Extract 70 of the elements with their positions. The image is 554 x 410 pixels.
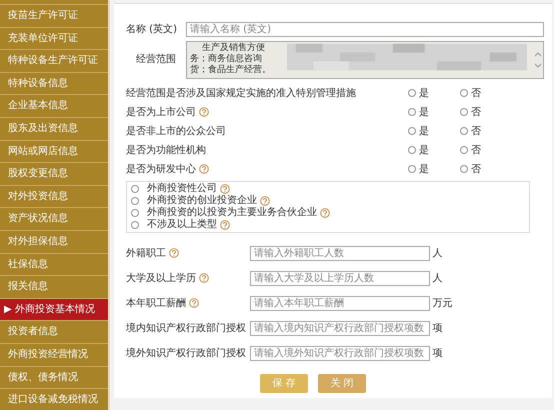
field-label: 大学及以上学历: [126, 272, 196, 286]
question-label: 经营范围是否涉及国家规定实施的准入特别管理措施: [126, 86, 356, 100]
radio-option[interactable]: 不涉及以上类型: [131, 218, 217, 230]
question-label: 是否为上市公司: [126, 106, 196, 120]
sidebar-item[interactable]: 疫苗生产许可证: [0, 4, 108, 27]
number-input[interactable]: 请输入大学及以上学历人数: [250, 270, 430, 286]
sidebar-item[interactable]: 股权变更信息: [0, 162, 108, 185]
radio-option[interactable]: 是: [408, 86, 460, 100]
sidebar-item[interactable]: 债权、债务情况: [0, 366, 108, 388]
help-icon[interactable]: [260, 196, 270, 206]
radio-option[interactable]: 否: [460, 104, 512, 120]
scope-text-line: 货；食品生产经营。: [190, 64, 271, 76]
sidebar-item[interactable]: 社保信息: [0, 252, 108, 276]
field-label: 境外知识产权行政部门授权: [126, 346, 246, 360]
help-icon[interactable]: [220, 184, 230, 194]
number-input[interactable]: 请输入境内知识产权行政部门授权项数: [250, 320, 430, 336]
help-icon[interactable]: [199, 107, 209, 117]
question-label: 是否为研发中心: [126, 162, 196, 176]
number-input[interactable]: 请输入境外知识产权行政部门授权项数: [250, 346, 430, 360]
radio-option[interactable]: 外商投资的创业投资企业: [131, 194, 257, 206]
help-icon[interactable]: [220, 220, 230, 230]
sidebar-item[interactable]: 股东及出资信息: [0, 116, 108, 140]
unit-label: 项: [432, 322, 442, 336]
question-label: 是否非上市的公众公司: [126, 124, 226, 138]
unit-label: 人: [432, 272, 442, 286]
scope-text-line: 务；商务信息咨询: [190, 54, 262, 64]
sidebar-item[interactable]: 网站或网店信息: [0, 140, 108, 162]
radio-option[interactable]: 外商投资的以投资为主要业务合伙企业: [131, 206, 317, 218]
sidebar-item[interactable]: 对外投资信息: [0, 184, 108, 208]
help-icon[interactable]: [199, 273, 209, 283]
close-button[interactable]: 关 闭: [318, 374, 366, 392]
field-label: 经营范围: [135, 52, 177, 67]
help-icon[interactable]: [189, 298, 199, 308]
sidebar-item[interactable]: 进口设备减免税情况: [0, 388, 108, 410]
sidebar-item[interactable]: 外商投资经营情况: [0, 342, 108, 366]
radio-option[interactable]: 是: [408, 104, 460, 120]
field-label: 外籍职工: [126, 246, 166, 260]
field-label: 境内知识产权行政部门授权: [126, 322, 246, 336]
sidebar-item[interactable]: 特种设备信息: [0, 72, 108, 94]
number-input[interactable]: 请输入本年职工薪酬: [250, 296, 430, 310]
field-label: 本年职工薪酬: [126, 296, 186, 310]
sidebar-item[interactable]: 对外担保信息: [0, 230, 108, 253]
radio-option[interactable]: 否: [460, 162, 512, 176]
field-label: 名称 (英文): [126, 22, 178, 36]
unit-label: 万元: [432, 296, 452, 310]
name-input[interactable]: 请输入名称 (英文): [186, 22, 544, 36]
question-label: 是否为功能性机构: [126, 144, 206, 158]
sidebar-item[interactable]: 资产状况信息: [0, 207, 108, 230]
help-icon[interactable]: [199, 164, 209, 174]
radio-option[interactable]: 否: [460, 124, 512, 138]
scroll-arrows-icon[interactable]: [535, 50, 541, 68]
scope-textarea[interactable]: 生产及销售方便 务；商务信息咨询 货；食品生产经营。: [186, 40, 544, 78]
unit-label: 项: [432, 346, 442, 360]
sidebar-item[interactable]: 特种设备生产许可证: [0, 49, 108, 72]
radio-option[interactable]: 是: [408, 142, 460, 158]
radio-option[interactable]: 否: [460, 86, 512, 100]
number-input[interactable]: 请输入外籍职工人数: [250, 246, 430, 260]
sidebar-item[interactable]: 企业基本信息: [0, 94, 108, 117]
help-icon[interactable]: [320, 208, 330, 218]
save-button[interactable]: 保 存: [260, 374, 308, 392]
radio-option[interactable]: 是: [408, 162, 460, 176]
scope-text-line: 生产及销售方便: [201, 42, 265, 54]
radio-option[interactable]: 外商投资性公司: [131, 182, 217, 194]
help-icon[interactable]: [169, 248, 179, 258]
radio-option[interactable]: 是: [408, 124, 460, 138]
sidebar-item[interactable]: ▶ 外商投资基本情况: [0, 298, 108, 320]
unit-label: 人: [432, 246, 442, 260]
radio-option[interactable]: 否: [460, 142, 512, 158]
sidebar-item[interactable]: 投资者信息: [0, 320, 108, 343]
sidebar-item[interactable]: 充装单位许可证: [0, 26, 108, 50]
